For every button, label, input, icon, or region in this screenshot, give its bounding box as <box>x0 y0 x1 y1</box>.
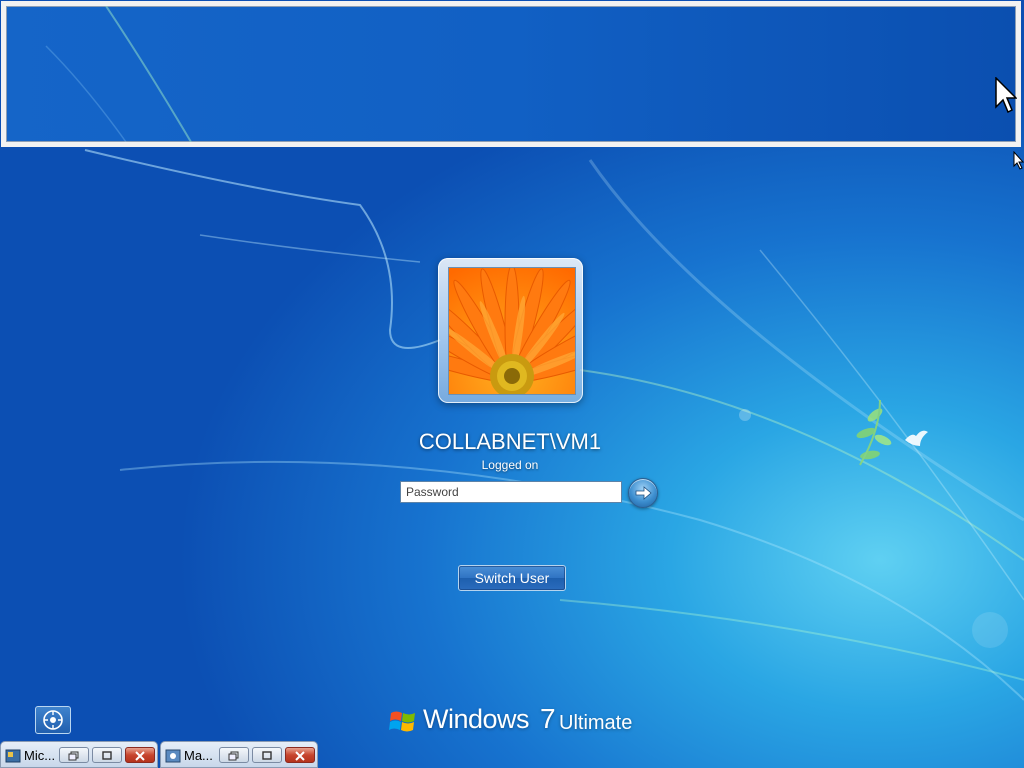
product-version: 7 <box>540 703 556 734</box>
close-button[interactable] <box>285 747 315 763</box>
ease-of-access-icon <box>43 710 63 730</box>
minimized-window-1[interactable]: Mic... <box>0 741 158 768</box>
logon-status-label: Logged on <box>481 458 539 472</box>
close-button[interactable] <box>125 747 155 763</box>
top-overlay-panel <box>1 1 1021 147</box>
windows-branding: Windows 7 Ultimate <box>388 703 648 739</box>
product-edition: Ultimate <box>559 712 633 734</box>
switch-user-button[interactable]: Switch User <box>458 565 566 591</box>
minimized-window-title: Ma... <box>184 748 213 763</box>
minimized-window-2[interactable]: Ma... <box>160 741 318 768</box>
close-icon <box>135 751 145 761</box>
app-icon <box>165 749 181 763</box>
password-field[interactable] <box>400 481 622 503</box>
restore-button[interactable] <box>59 747 89 763</box>
user-avatar-frame <box>438 258 583 403</box>
windows-flag-icon <box>389 711 415 732</box>
username-label: COLLABNET\VM1 <box>418 429 602 454</box>
avatar <box>448 267 576 395</box>
restore-icon <box>228 751 239 761</box>
submit-password-button[interactable] <box>628 478 658 508</box>
restore-icon <box>68 751 79 761</box>
maximize-button[interactable] <box>92 747 122 763</box>
minimized-window-title: Mic... <box>24 748 56 763</box>
arrow-right-icon <box>635 486 652 500</box>
restore-button[interactable] <box>219 747 249 763</box>
app-icon <box>5 749 21 763</box>
maximize-button[interactable] <box>252 747 282 763</box>
flower-picture <box>449 268 575 394</box>
product-name: Windows <box>423 704 530 734</box>
small-cursor-icon <box>1013 151 1024 170</box>
maximize-icon <box>102 751 112 760</box>
panel-swirl-decoration <box>45 6 192 142</box>
maximize-icon <box>262 751 272 760</box>
ease-of-access-button[interactable] <box>35 706 71 734</box>
mouse-cursor-icon <box>995 77 1017 114</box>
close-icon <box>295 751 305 761</box>
